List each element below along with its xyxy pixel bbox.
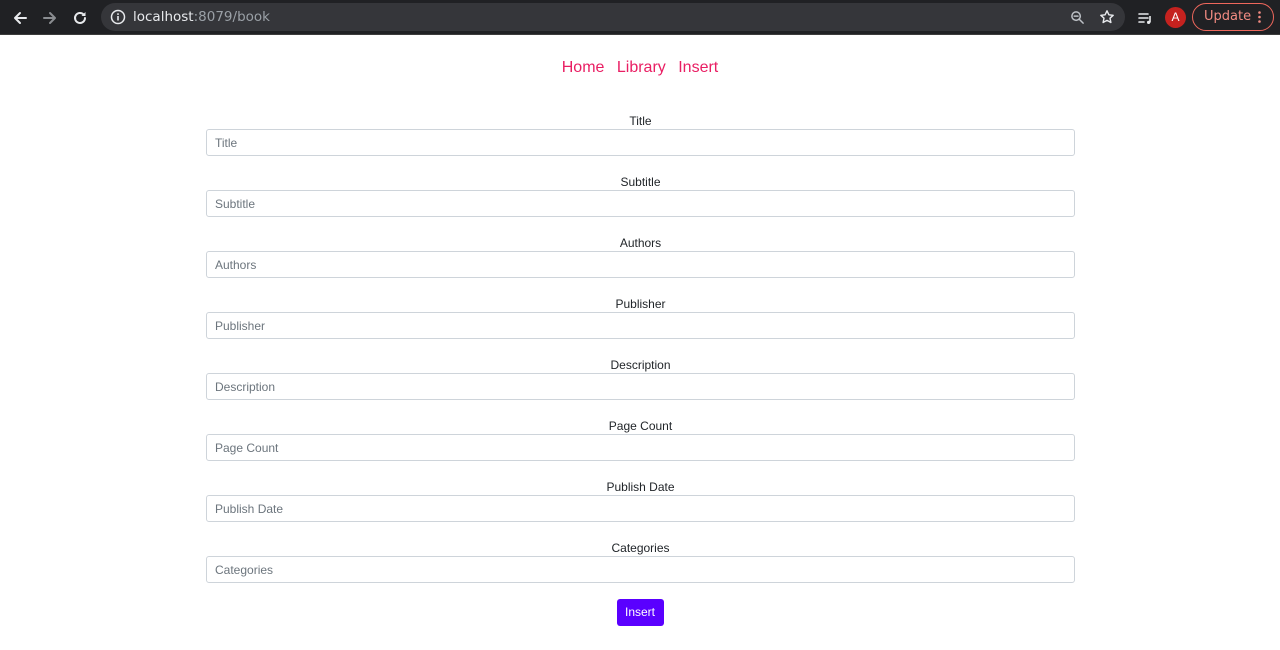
media-control-button[interactable] [1132, 5, 1158, 31]
publish-date-label: Publish Date [606, 480, 675, 494]
nav-link-insert[interactable]: Insert [678, 59, 718, 76]
arrow-left-icon [14, 12, 27, 24]
bookmark-button[interactable] [1098, 8, 1116, 26]
subtitle-label: Subtitle [620, 175, 661, 189]
zoom-button[interactable] [1068, 8, 1086, 26]
reload-icon [74, 11, 86, 24]
description-input[interactable] [206, 373, 1075, 400]
field-authors: Authors [206, 235, 1075, 296]
url-host: localhost [133, 9, 194, 25]
page-count-input[interactable] [206, 434, 1075, 461]
field-publish-date: Publish Date [206, 479, 1075, 540]
authors-label: Authors [619, 236, 662, 250]
submit-container: Insert [0, 599, 1280, 626]
field-categories: Categories [206, 540, 1075, 601]
field-publisher: Publisher [206, 296, 1075, 357]
back-button[interactable] [7, 5, 33, 31]
profile-avatar[interactable]: A [1165, 7, 1186, 28]
title-input[interactable] [206, 129, 1075, 156]
field-subtitle: Subtitle [206, 174, 1075, 235]
reload-button[interactable] [67, 5, 93, 31]
arrow-right-icon [43, 12, 56, 24]
nav-link-library[interactable]: Library [617, 59, 666, 76]
page-count-label: Page Count [608, 419, 673, 433]
description-label: Description [610, 358, 671, 372]
authors-input[interactable] [206, 251, 1075, 278]
field-title: Title [206, 113, 1075, 174]
publisher-input[interactable] [206, 312, 1075, 339]
insert-button[interactable]: Insert [616, 599, 664, 626]
field-description: Description [206, 357, 1075, 418]
book-insert-form: Title Subtitle Authors Publisher Descrip… [206, 113, 1075, 601]
categories-label: Categories [611, 541, 670, 555]
publisher-label: Publisher [615, 297, 666, 311]
star-icon [1100, 10, 1114, 24]
categories-input[interactable] [206, 556, 1075, 583]
address-bar[interactable]: localhost:8079/book [101, 3, 1125, 31]
browser-toolbar: localhost:8079/book A Update [0, 0, 1280, 35]
title-label: Title [629, 114, 652, 128]
url-path: :8079/book [193, 9, 270, 25]
update-label: Update [1204, 9, 1252, 24]
nav-link-home[interactable]: Home [562, 59, 605, 76]
forward-button[interactable] [37, 5, 63, 31]
kebab-menu-icon [1258, 11, 1261, 23]
info-icon[interactable] [110, 9, 126, 25]
main-nav: Home Library Insert [0, 57, 1280, 79]
zoom-icon [1070, 10, 1084, 24]
field-page-count: Page Count [206, 418, 1075, 479]
subtitle-input[interactable] [206, 190, 1075, 217]
url-text[interactable]: localhost:8079/book [133, 3, 270, 31]
publish-date-input[interactable] [206, 495, 1075, 522]
media-queue-icon [1138, 13, 1151, 24]
update-button[interactable]: Update [1192, 3, 1274, 31]
